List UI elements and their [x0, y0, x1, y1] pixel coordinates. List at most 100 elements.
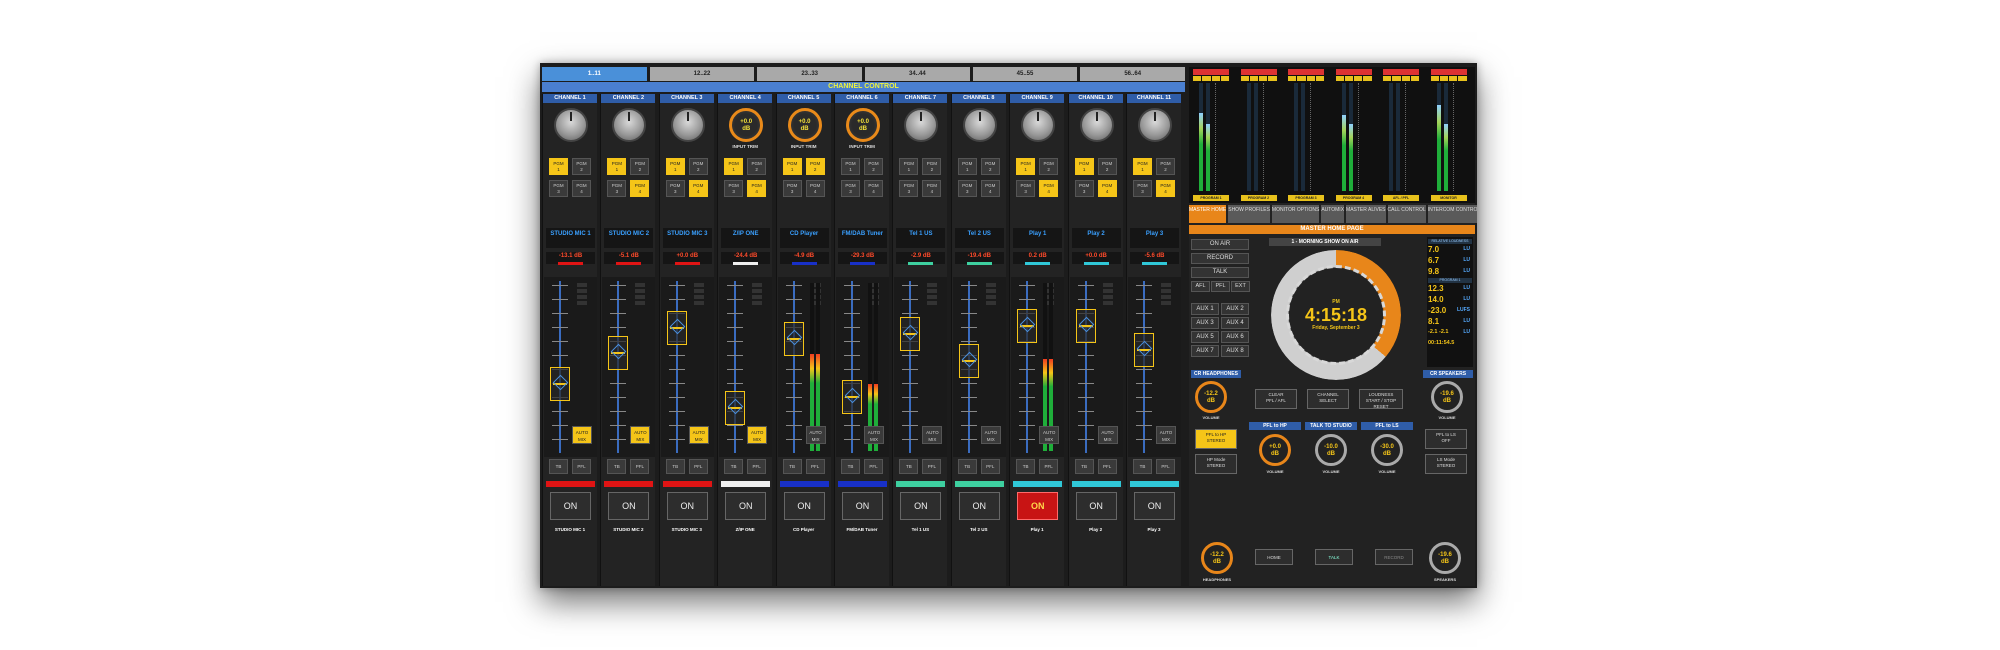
fader-cap[interactable] — [842, 380, 862, 415]
tb-button[interactable]: TB — [607, 459, 627, 474]
pgm-1-button[interactable]: PGM 1 — [1016, 158, 1036, 175]
pfl-button[interactable]: PFL — [1156, 459, 1175, 474]
pgm-2-button[interactable]: PGM 2 — [1097, 158, 1117, 175]
pgm-2-button[interactable]: PGM 2 — [1156, 158, 1175, 175]
ls-mode-button[interactable]: LS Mode STEREO — [1425, 454, 1467, 474]
tb-button[interactable]: TB — [957, 459, 977, 474]
pgm-4-button[interactable]: PGM 4 — [864, 180, 883, 197]
channel-knob[interactable] — [904, 108, 939, 142]
pfl-button[interactable]: PFL — [688, 459, 708, 474]
automix-button[interactable]: AUTO MIX — [1039, 426, 1060, 444]
pgm-1-button[interactable]: PGM 1 — [724, 158, 744, 175]
aux-button-4[interactable]: AUX 4 — [1221, 317, 1249, 329]
record-bottom-button[interactable]: RECORD — [1375, 549, 1413, 565]
tb-button[interactable]: TB — [1016, 459, 1036, 474]
channel-on-button[interactable]: ON — [666, 492, 708, 520]
talk-button[interactable]: TALK — [1191, 267, 1249, 278]
tb-button[interactable]: TB — [549, 459, 568, 474]
pgm-2-button[interactable]: PGM 2 — [980, 158, 1000, 175]
pfl-button[interactable]: PFL — [1039, 459, 1059, 474]
fader-cap[interactable] — [1075, 308, 1096, 343]
channel-on-button[interactable]: ON — [1017, 492, 1059, 520]
automix-button[interactable]: AUTO MIX — [805, 426, 826, 444]
channel-on-button[interactable]: ON — [725, 492, 767, 520]
fader-cap[interactable] — [550, 366, 570, 401]
pgm-3-button[interactable]: PGM 3 — [665, 180, 685, 197]
nav-button-5[interactable]: MASTER ALIVES — [1346, 205, 1386, 223]
automix-button[interactable]: AUTO MIX — [1097, 426, 1118, 444]
channel-select-button[interactable]: CHANNEL SELECT — [1307, 389, 1349, 409]
channel-knob[interactable] — [612, 108, 647, 142]
nav-button-1[interactable]: MASTER HOME — [1189, 205, 1227, 223]
bank-tab-4[interactable]: 34..44 — [865, 67, 970, 81]
pgm-1-button[interactable]: PGM 1 — [665, 158, 685, 175]
pgm-2-button[interactable]: PGM 2 — [805, 158, 825, 175]
aux-button-6[interactable]: AUX 6 — [1221, 331, 1249, 343]
channel-on-button[interactable]: ON — [783, 492, 825, 520]
pfl-button[interactable]: PFL — [630, 459, 650, 474]
hp-mode-button[interactable]: HP Mode STEREO — [1195, 454, 1237, 474]
pgm-2-button[interactable]: PGM 2 — [572, 158, 591, 175]
pfl-to-ls-knob[interactable]: -30.0 dB — [1371, 434, 1403, 466]
automix-button[interactable]: AUTO MIX — [980, 426, 1001, 444]
pgm-4-button[interactable]: PGM 4 — [1156, 180, 1175, 197]
pgm-3-button[interactable]: PGM 3 — [899, 180, 919, 197]
pgm-1-button[interactable]: PGM 1 — [1074, 158, 1094, 175]
pgm-4-button[interactable]: PGM 4 — [1097, 180, 1117, 197]
pgm-4-button[interactable]: PGM 4 — [1039, 180, 1059, 197]
loudness-reset-button[interactable]: LOUDNESS START / STOP RESET — [1359, 389, 1403, 409]
tb-button[interactable]: TB — [782, 459, 802, 474]
pgm-3-button[interactable]: PGM 3 — [1074, 180, 1094, 197]
pgm-1-button[interactable]: PGM 1 — [782, 158, 802, 175]
pgm-3-button[interactable]: PGM 3 — [841, 180, 860, 197]
pgm-2-button[interactable]: PGM 2 — [688, 158, 708, 175]
channel-on-button[interactable]: ON — [608, 492, 650, 520]
pgm-3-button[interactable]: PGM 3 — [1133, 180, 1152, 197]
talk-to-studio-knob[interactable]: -10.0 dB — [1315, 434, 1347, 466]
pgm-2-button[interactable]: PGM 2 — [864, 158, 883, 175]
aux-button-5[interactable]: AUX 5 — [1191, 331, 1219, 343]
pfl-button[interactable]: PFL — [1097, 459, 1117, 474]
record-button[interactable]: RECORD — [1191, 253, 1249, 264]
input-trim-knob[interactable]: +0.0 dB — [846, 108, 880, 142]
aux-button-2[interactable]: AUX 2 — [1221, 303, 1249, 315]
fader-cap[interactable] — [608, 336, 629, 371]
channel-knob[interactable] — [670, 108, 705, 142]
fader-cap[interactable] — [958, 344, 979, 379]
pfl-to-ls-off-button[interactable]: PFL to LS OFF — [1425, 429, 1467, 449]
tb-button[interactable]: TB — [1133, 459, 1152, 474]
headphones-knob[interactable]: -12.2 dB — [1201, 542, 1233, 574]
cr-speakers-knob[interactable]: -19.6 dB — [1431, 381, 1463, 413]
pgm-4-button[interactable]: PGM 4 — [572, 180, 591, 197]
automix-button[interactable]: AUTO MIX — [1156, 426, 1176, 444]
tb-button[interactable]: TB — [665, 459, 685, 474]
automix-button[interactable]: AUTO MIX — [922, 426, 943, 444]
pgm-2-button[interactable]: PGM 2 — [922, 158, 942, 175]
clear-pfl-afl-button[interactable]: CLEAR PFL / AFL — [1255, 389, 1297, 409]
pgm-1-button[interactable]: PGM 1 — [841, 158, 860, 175]
channel-knob[interactable] — [554, 108, 588, 142]
pgm-1-button[interactable]: PGM 1 — [957, 158, 977, 175]
pgm-3-button[interactable]: PGM 3 — [957, 180, 977, 197]
pgm-3-button[interactable]: PGM 3 — [1016, 180, 1036, 197]
pfl-to-hp-knob[interactable]: +0.0 dB — [1259, 434, 1291, 466]
home-button[interactable]: HOME — [1255, 549, 1293, 565]
pgm-4-button[interactable]: PGM 4 — [630, 180, 650, 197]
channel-on-button[interactable]: ON — [900, 492, 942, 520]
cr-headphones-knob[interactable]: -12.2 dB — [1195, 381, 1227, 413]
automix-button[interactable]: AUTO MIX — [864, 426, 884, 444]
input-trim-knob[interactable]: +0.0 dB — [729, 108, 764, 142]
automix-button[interactable]: AUTO MIX — [572, 426, 592, 444]
nav-button-3[interactable]: MONITOR OPTIONS — [1271, 205, 1320, 223]
pfl-button[interactable]: PFL — [572, 459, 591, 474]
automix-button[interactable]: AUTO MIX — [630, 426, 651, 444]
fader-cap[interactable] — [666, 311, 687, 346]
pgm-2-button[interactable]: PGM 2 — [630, 158, 650, 175]
bank-tab-1[interactable]: 1..11 — [542, 67, 647, 81]
aux-button-3[interactable]: AUX 3 — [1191, 317, 1219, 329]
pfl-button[interactable]: PFL — [922, 459, 942, 474]
pgm-4-button[interactable]: PGM 4 — [805, 180, 825, 197]
fader-cap[interactable] — [1017, 308, 1038, 343]
pfl-to-hp-stereo-button[interactable]: PFL to HP STEREO — [1195, 429, 1237, 449]
automix-button[interactable]: AUTO MIX — [688, 426, 709, 444]
